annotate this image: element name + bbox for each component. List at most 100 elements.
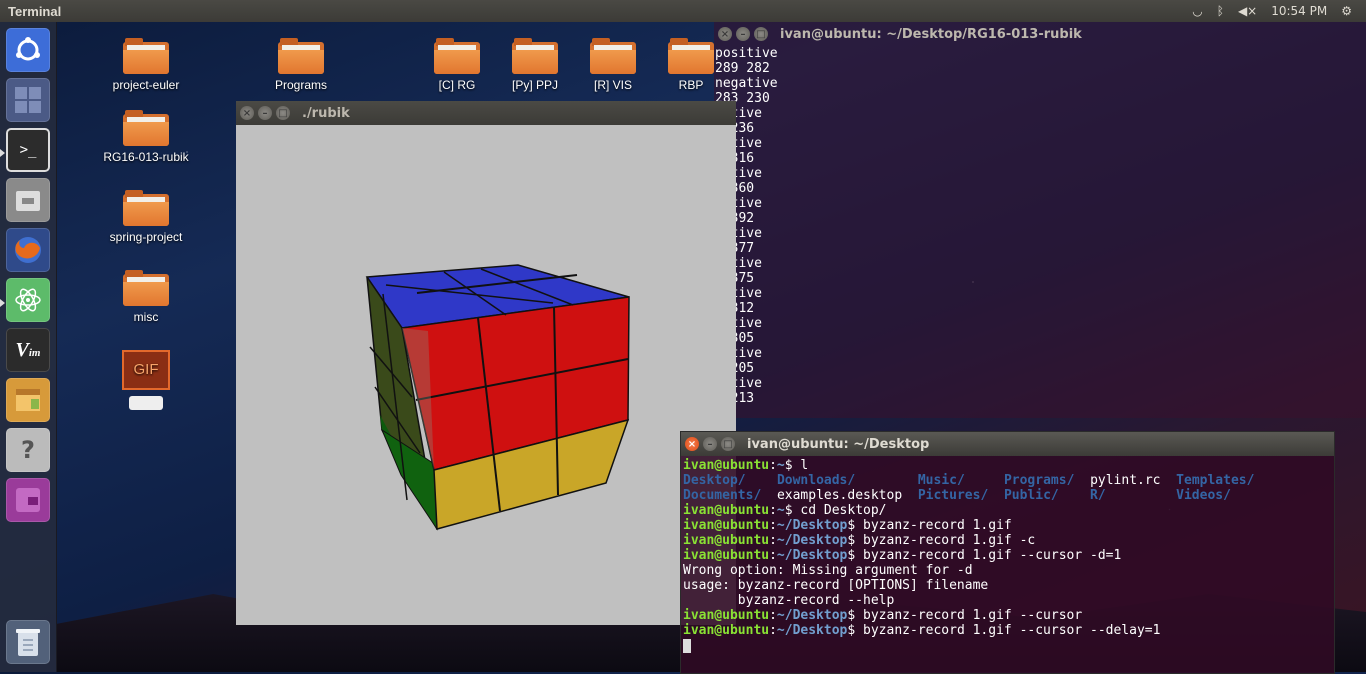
wifi-icon[interactable]: ◡: [1192, 4, 1202, 18]
terminal-line: 5 316: [715, 151, 755, 166]
vim-icon[interactable]: Vim: [6, 328, 50, 372]
terminal-output[interactable]: ivan@ubuntu:~$ l Desktop/ Downloads/ Mus…: [681, 456, 1334, 655]
volume-icon[interactable]: ◀×: [1238, 4, 1257, 18]
maximize-button[interactable]: □: [276, 106, 290, 120]
desktop-icon-label: RG16-013-rubik: [103, 150, 189, 164]
maximize-button[interactable]: □: [754, 27, 768, 41]
running-indicator: [0, 299, 5, 307]
file-manager-icon[interactable]: [6, 178, 50, 222]
folder-icon: [512, 38, 558, 74]
window-title: ./rubik: [302, 105, 350, 121]
desktop-icon-label: [Py] PPJ: [511, 78, 558, 92]
folder-icon: [590, 38, 636, 74]
desktop-icon-label: [R] VIS: [593, 78, 632, 92]
ls-output-row: Desktop/ Downloads/ Music/ Programs/ pyl…: [683, 473, 1255, 488]
folder-icon: [123, 270, 169, 306]
rubik-window[interactable]: × – □ ./rubik: [236, 101, 736, 625]
terminal-line: sitive: [715, 136, 762, 151]
desktop-icon-label: RBP: [678, 78, 704, 92]
terminal-line: sitive: [715, 196, 762, 211]
prompt-line: ivan@ubuntu:~$ l: [683, 458, 809, 473]
terminal-line: 5 375: [715, 271, 755, 286]
terminal-line: gative: [715, 286, 762, 301]
workspace-switcher-icon[interactable]: [6, 78, 50, 122]
terminal-line: 7 205: [715, 361, 755, 376]
desktop-folder-rg16-013-rubik[interactable]: RG16-013-rubik: [96, 110, 196, 164]
desktop-icon-label: spring-project: [109, 230, 183, 244]
terminal-window-rubik[interactable]: × – □ ivan@ubuntu: ~/Desktop/RG16-013-ru…: [714, 22, 1366, 418]
terminal-window-desktop[interactable]: × – □ ivan@ubuntu: ~/Desktop ivan@ubuntu…: [680, 431, 1335, 674]
prompt-line: ivan@ubuntu:~$ cd Desktop/: [683, 503, 887, 518]
error-line: Wrong option: Missing argument for -d: [683, 563, 973, 578]
folder-icon: [123, 110, 169, 146]
terminal-line: 7 305: [715, 331, 755, 346]
terminal-line: 5 377: [715, 241, 755, 256]
trash-icon[interactable]: [6, 620, 50, 664]
minimize-button[interactable]: –: [736, 27, 750, 41]
top-panel: Terminal ◡ ᛒ ◀× 10:54 PM ⚙: [0, 0, 1366, 22]
text-cursor: [683, 638, 691, 653]
terminal-line: 3 360: [715, 181, 755, 196]
atom-icon[interactable]: [6, 278, 50, 322]
prompt-line: ivan@ubuntu:~/Desktop$ byzanz-record 1.g…: [683, 623, 1161, 638]
terminal-line: 283 230: [715, 91, 770, 106]
folder-icon: [123, 38, 169, 74]
archive-manager-icon[interactable]: [6, 378, 50, 422]
running-indicator: [0, 149, 5, 157]
terminal-line: sitive: [715, 226, 762, 241]
terminal-line: gative: [715, 256, 762, 271]
minimize-button[interactable]: –: [258, 106, 272, 120]
gear-icon[interactable]: ⚙: [1341, 4, 1352, 18]
close-button[interactable]: ×: [240, 106, 254, 120]
ls-output-row: Documents/ examples.desktop Pictures/ Pu…: [683, 488, 1231, 503]
desktop-icon-label: project-euler: [112, 78, 180, 92]
terminal-output: positive289 282negative283 230sitive1 23…: [714, 46, 1366, 406]
prompt-line: ivan@ubuntu:~/Desktop$ byzanz-record 1.g…: [683, 518, 1012, 533]
window-title: ivan@ubuntu: ~/Desktop: [747, 436, 930, 452]
ubuntu-dash-icon[interactable]: [6, 28, 50, 72]
close-button[interactable]: ×: [685, 437, 699, 451]
terminal-line: sitive: [715, 166, 762, 181]
terminal-line: 5 392: [715, 211, 755, 226]
terminal-line: negative: [715, 76, 778, 91]
prompt-line: ivan@ubuntu:~/Desktop$ byzanz-record 1.g…: [683, 608, 1083, 623]
usage-line: usage: byzanz-record [OPTIONS] filename: [683, 578, 989, 593]
terminal-line: 5 213: [715, 391, 755, 406]
launcher: >_ Vim ?: [0, 22, 57, 672]
terminal-line: sitive: [715, 106, 762, 121]
desktop-icon-label: misc: [133, 310, 159, 324]
desktop-folder-programs[interactable]: Programs: [251, 38, 351, 92]
app-icon[interactable]: [6, 478, 50, 522]
terminal-line: gative: [715, 346, 762, 361]
bluetooth-icon[interactable]: ᛒ: [1217, 4, 1224, 18]
close-button[interactable]: ×: [718, 27, 732, 41]
desktop-file-gif[interactable]: GIF: [96, 350, 196, 410]
terminal-icon[interactable]: >_: [6, 128, 50, 172]
terminal-line: 289 282: [715, 61, 770, 76]
terminal-line: gative: [715, 376, 762, 391]
maximize-button[interactable]: □: [721, 437, 735, 451]
help-icon[interactable]: ?: [6, 428, 50, 472]
rename-field[interactable]: [129, 396, 163, 410]
window-titlebar[interactable]: × – □ ./rubik: [236, 101, 736, 125]
clock[interactable]: 10:54 PM: [1271, 4, 1327, 18]
folder-icon: [278, 38, 324, 74]
folder-icon: [123, 190, 169, 226]
gif-file-icon: GIF: [122, 350, 170, 390]
window-titlebar[interactable]: × – □ ivan@ubuntu: ~/Desktop: [681, 432, 1334, 456]
desktop-folder-project-euler[interactable]: project-euler: [96, 38, 196, 92]
terminal-line: gative: [715, 316, 762, 331]
desktop-folder-spring-project[interactable]: spring-project: [96, 190, 196, 244]
usage-line: byzanz-record --help: [683, 593, 895, 608]
desktop-icon-label: Programs: [274, 78, 327, 92]
prompt-line: ivan@ubuntu:~/Desktop$ byzanz-record 1.g…: [683, 548, 1122, 563]
terminal-line: positive: [715, 46, 778, 61]
opengl-canvas[interactable]: [236, 125, 736, 625]
desktop-icon-label: [C] RG: [438, 78, 476, 92]
window-titlebar[interactable]: × – □ ivan@ubuntu: ~/Desktop/RG16-013-ru…: [714, 22, 1366, 46]
terminal-line: 1 312: [715, 301, 755, 316]
window-title: ivan@ubuntu: ~/Desktop/RG16-013-rubik: [780, 26, 1082, 42]
minimize-button[interactable]: –: [703, 437, 717, 451]
firefox-icon[interactable]: [6, 228, 50, 272]
desktop-folder-misc[interactable]: misc: [96, 270, 196, 324]
